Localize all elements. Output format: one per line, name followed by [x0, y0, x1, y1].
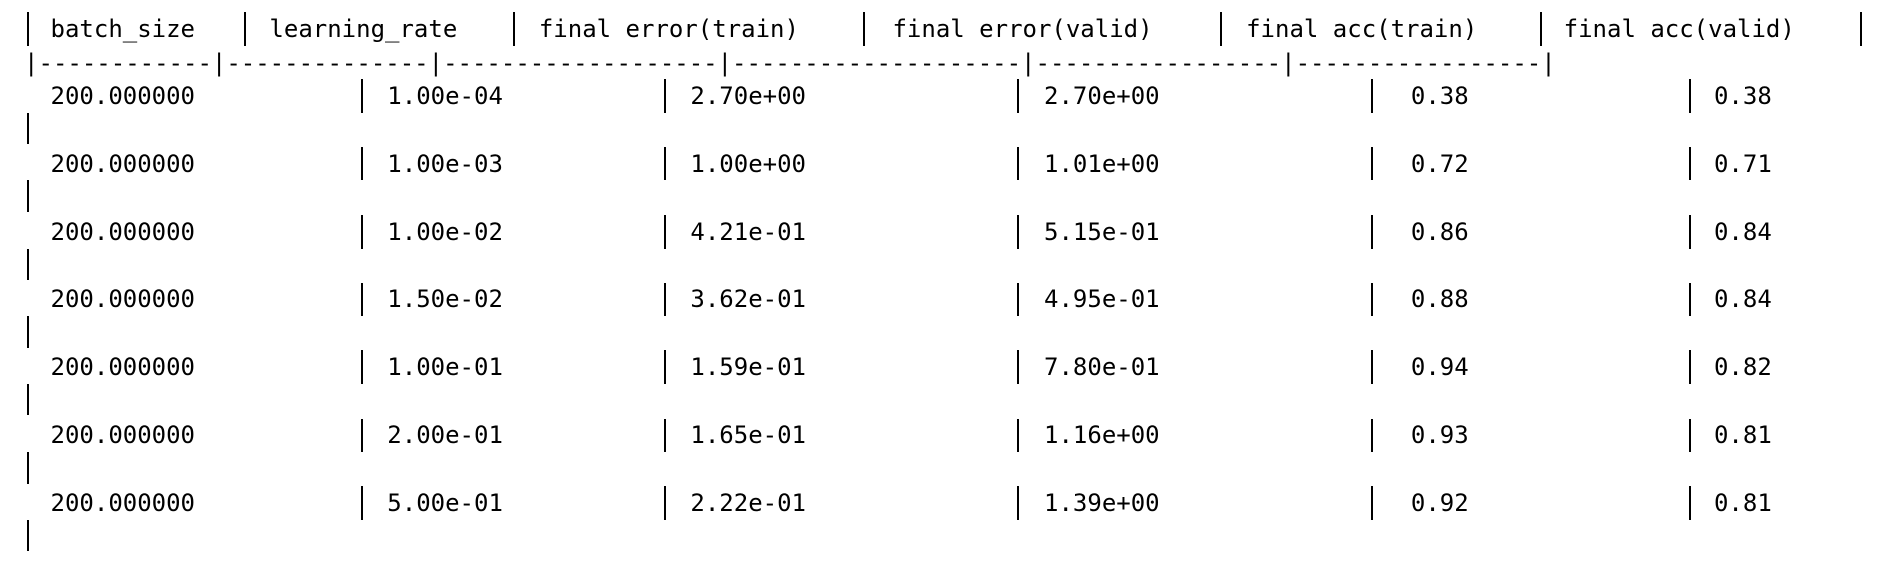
table-cell: 1.00e-02	[387, 218, 503, 247]
row-column-border	[1688, 215, 1691, 249]
row-column-border	[361, 485, 364, 520]
table-cell: 0.81	[1713, 421, 1772, 450]
row-column-border	[664, 282, 667, 317]
table-cell: 0.82	[1713, 352, 1772, 381]
table-header-cell: final acc(train)	[1246, 14, 1478, 43]
table-cell: 0.72	[1410, 149, 1469, 178]
table-separator: |------------|--------------|-----------…	[24, 48, 1556, 77]
row-continuation-border	[26, 113, 29, 145]
table-cell: 0.38	[1410, 82, 1469, 111]
row-continuation-border	[26, 383, 29, 415]
row-column-border	[361, 282, 364, 317]
header-column-border	[244, 12, 247, 46]
table-cell: 2.22e-01	[690, 488, 806, 517]
row-column-border	[1371, 350, 1374, 384]
row-column-border	[664, 350, 667, 384]
table-cell: 0.38	[1713, 82, 1772, 111]
header-column-border	[26, 12, 29, 46]
row-continuation-border	[26, 180, 29, 212]
table-cell: 1.50e-02	[387, 285, 503, 314]
table-cell: 200.000000	[50, 421, 196, 450]
table-cell: 0.88	[1410, 285, 1469, 314]
row-column-border	[1371, 79, 1374, 114]
row-column-border	[361, 350, 364, 384]
row-column-border	[361, 418, 364, 453]
row-column-border	[664, 485, 667, 520]
row-column-border	[664, 79, 667, 114]
row-column-border	[1688, 350, 1691, 384]
row-column-border	[1688, 146, 1691, 181]
row-column-border	[1016, 485, 1019, 520]
table-cell: 1.00e-04	[387, 82, 503, 111]
table-cell: 4.95e-01	[1044, 285, 1160, 314]
row-column-border	[1016, 418, 1019, 453]
table-cell: 1.00e+00	[690, 149, 806, 178]
table-cell: 5.00e-01	[387, 488, 503, 517]
table-cell: 200.000000	[50, 285, 196, 314]
row-column-border	[1371, 146, 1374, 181]
row-column-border	[1371, 215, 1374, 249]
table-cell: 5.15e-01	[1044, 218, 1160, 247]
table-header-cell: final error(train)	[538, 14, 799, 43]
table-cell: 1.16e+00	[1044, 421, 1160, 450]
row-column-border	[1016, 79, 1019, 114]
table-cell: 0.84	[1713, 285, 1772, 314]
table-cell: 1.01e+00	[1044, 149, 1160, 178]
row-continuation-border	[26, 248, 29, 281]
row-column-border	[1688, 79, 1691, 114]
row-column-border	[1371, 282, 1374, 317]
row-column-border	[361, 79, 364, 114]
table-cell: 0.71	[1713, 149, 1772, 178]
row-continuation-border	[26, 316, 29, 348]
table-cell: 1.00e-01	[387, 352, 503, 381]
table-cell: 0.84	[1713, 218, 1772, 247]
table-cell: 0.86	[1410, 218, 1469, 247]
row-column-border	[664, 146, 667, 181]
header-column-border	[512, 12, 515, 46]
header-column-border	[1539, 12, 1542, 46]
table-header-cell: final error(valid)	[892, 14, 1153, 43]
row-continuation-border	[26, 452, 29, 484]
table-cell: 2.70e+00	[1044, 82, 1160, 111]
table-cell: 1.00e-03	[387, 149, 503, 178]
table-cell: 0.92	[1410, 488, 1469, 517]
row-column-border	[1016, 350, 1019, 384]
row-column-border	[1016, 146, 1019, 181]
row-column-border	[1371, 485, 1374, 520]
row-column-border	[664, 418, 667, 453]
table-cell: 2.00e-01	[387, 421, 503, 450]
table-cell: 200.000000	[50, 352, 196, 381]
table-header-cell: learning_rate	[269, 14, 458, 43]
row-column-border	[1016, 282, 1019, 317]
table-header-cell: final acc(valid)	[1563, 14, 1795, 43]
table-cell: 2.70e+00	[690, 82, 806, 111]
table-cell: 200.000000	[50, 82, 196, 111]
table-header-cell: batch_size	[50, 14, 196, 43]
table-cell: 200.000000	[50, 149, 196, 178]
table-cell: 1.59e-01	[690, 352, 806, 381]
table-cell: 1.65e-01	[690, 421, 806, 450]
row-column-border	[664, 215, 667, 249]
table-cell: 0.81	[1713, 488, 1772, 517]
table-cell: 7.80e-01	[1044, 352, 1160, 381]
row-column-border	[361, 146, 364, 181]
row-column-border	[1016, 215, 1019, 249]
table-cell: 0.94	[1410, 352, 1469, 381]
table-cell: 200.000000	[50, 488, 196, 517]
table-cell: 0.93	[1410, 421, 1469, 450]
row-column-border	[1371, 418, 1374, 453]
row-column-border	[1688, 282, 1691, 317]
header-column-border	[1219, 12, 1222, 46]
row-column-border	[1688, 485, 1691, 520]
row-column-border	[1688, 418, 1691, 453]
header-column-border	[862, 12, 865, 46]
header-column-border	[1859, 12, 1862, 46]
table-cell: 200.000000	[50, 218, 196, 247]
table-cell: 1.39e+00	[1044, 488, 1160, 517]
row-column-border	[361, 215, 364, 249]
table-cell: 3.62e-01	[690, 285, 806, 314]
table-cell: 4.21e-01	[690, 218, 806, 247]
row-continuation-border	[26, 519, 29, 551]
